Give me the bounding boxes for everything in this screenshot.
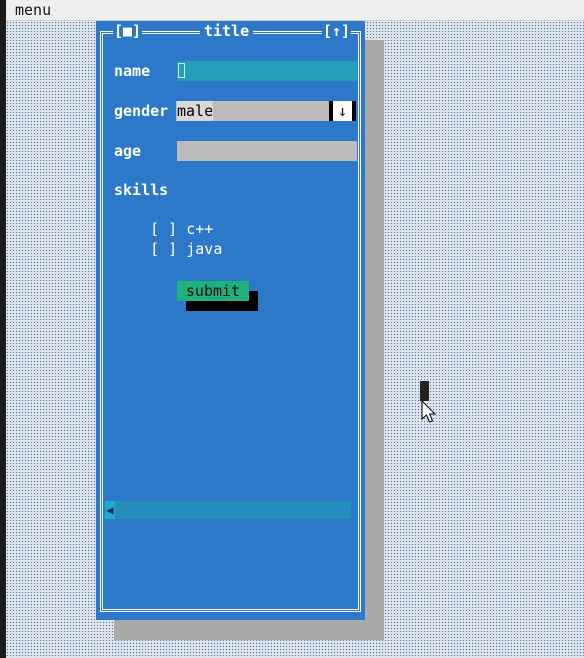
- name-label: name: [114, 62, 151, 80]
- text-cursor: [178, 63, 185, 78]
- checkbox-box[interactable]: [ ]: [150, 240, 177, 258]
- window-maximize-button[interactable]: [↑]: [321, 22, 351, 40]
- scroll-left-arrow-icon[interactable]: ◀: [105, 501, 115, 519]
- skill-checkbox-java[interactable]: [ ] java: [114, 222, 222, 276]
- name-input[interactable]: [177, 61, 357, 81]
- age-input[interactable]: [177, 141, 357, 161]
- submit-button[interactable]: submit: [177, 281, 249, 301]
- age-label: age: [114, 142, 142, 160]
- skills-label: skills: [114, 181, 169, 199]
- window-title: title: [200, 22, 254, 40]
- gender-select[interactable]: male ↓: [176, 101, 356, 121]
- menu-bar: menu: [6, 0, 584, 21]
- block-cursor: [420, 381, 429, 401]
- left-edge-strip: [0, 0, 6, 658]
- mouse-pointer-icon: [421, 400, 437, 423]
- window-close-button[interactable]: [■]: [113, 22, 143, 40]
- form-window: [■] title [↑] name gender male ↓ age ski…: [96, 21, 365, 620]
- gender-selected-value: male: [177, 101, 214, 121]
- horizontal-scrollbar[interactable]: ◀: [105, 501, 351, 519]
- menu-button[interactable]: menu: [15, 1, 51, 19]
- window-titlebar[interactable]: [■] title [↑]: [96, 21, 365, 43]
- dropdown-arrow-icon[interactable]: ↓: [329, 101, 356, 121]
- checkbox-label: java: [186, 240, 223, 258]
- gender-label: gender: [114, 102, 169, 120]
